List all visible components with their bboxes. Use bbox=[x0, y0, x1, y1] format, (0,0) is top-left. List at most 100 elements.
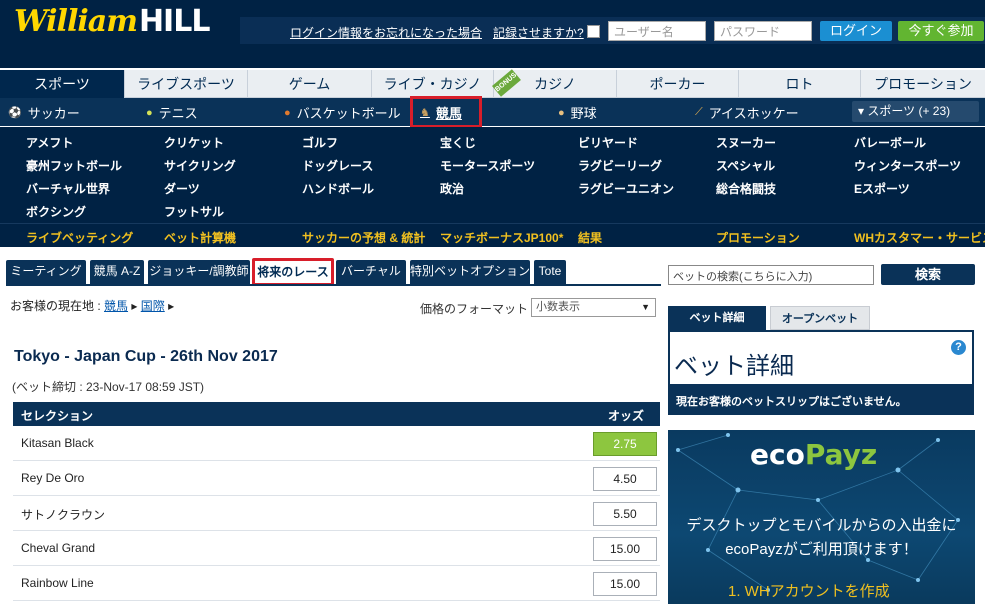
password-input[interactable]: パスワード bbox=[714, 21, 812, 41]
odds-button[interactable]: 5.50 bbox=[593, 502, 657, 526]
sport-tennis[interactable]: ● テニス bbox=[146, 103, 198, 122]
quick-link[interactable]: WHカスタマー・サービス bbox=[854, 229, 985, 246]
tab-racing-a-z[interactable]: 競馬 A-Z bbox=[90, 260, 144, 284]
price-format-label: 価格のフォーマット : bbox=[420, 302, 535, 316]
runner-name: Cheval Grand bbox=[21, 541, 96, 555]
quick-link[interactable]: マッチボーナスJP100* bbox=[440, 229, 563, 246]
tab-poker[interactable]: ポーカー bbox=[617, 70, 739, 98]
sub-sport-link[interactable]: フットサル bbox=[164, 203, 224, 220]
tab-meetings[interactable]: ミーティング bbox=[6, 260, 86, 284]
odds-button[interactable]: 2.75 bbox=[593, 432, 657, 456]
join-now-button[interactable]: 今すぐ参加 bbox=[898, 21, 984, 41]
breadcrumb-horse-racing[interactable]: 競馬 bbox=[104, 299, 128, 313]
sub-sport-link[interactable]: ハンドボール bbox=[302, 180, 374, 197]
more-sports-dropdown[interactable]: ▾ スポーツ (+ 23) bbox=[852, 101, 979, 122]
sub-sport-link[interactable]: バーチャル世界 bbox=[26, 180, 110, 197]
ecopayz-logo: ecoPayz bbox=[750, 438, 877, 471]
sub-sport-link[interactable]: スペシャル bbox=[716, 157, 775, 174]
tab-live-sports[interactable]: ライブスポーツ bbox=[125, 70, 248, 98]
ad-text-line1: デスクトップとモバイルからの入出金に bbox=[686, 517, 957, 534]
tab-games[interactable]: ゲーム bbox=[248, 70, 372, 98]
tab-special-bets[interactable]: 特別ベットオプション bbox=[410, 260, 530, 284]
table-row: Rainbow Line 15.00 bbox=[13, 566, 660, 601]
odds-button[interactable]: 4.50 bbox=[593, 467, 657, 491]
william-hill-logo[interactable]: William HILL bbox=[14, 4, 210, 48]
sub-sport-link[interactable]: ラグビーリーグ bbox=[578, 157, 662, 174]
sub-sports-grid: アメフト クリケット ゴルフ 宝くじ ビリヤード スヌーカー バレーボール 豪州… bbox=[0, 127, 985, 223]
tab-jockey-trainer[interactable]: ジョッキー/調教師 bbox=[148, 260, 250, 284]
sub-sport-link[interactable]: ビリヤード bbox=[578, 134, 638, 151]
odds-button[interactable]: 15.00 bbox=[593, 572, 657, 596]
chevron-right-icon: ▸ bbox=[168, 299, 175, 313]
sub-sport-link[interactable]: バレーボール bbox=[854, 134, 926, 151]
sport-soccer[interactable]: ⚽ サッカー bbox=[8, 103, 80, 122]
tab-open-bets[interactable]: オープンベット bbox=[770, 306, 870, 330]
betslip-heading: ベット詳細 bbox=[674, 353, 794, 380]
sub-sport-link[interactable]: Eスポーツ bbox=[854, 180, 910, 197]
ad-step-text: 1. WHアカウントを作成 bbox=[728, 583, 890, 600]
sub-sport-link[interactable]: 政治 bbox=[440, 180, 464, 197]
sub-sport-link[interactable]: ラグビーユニオン bbox=[578, 180, 674, 197]
price-format-select[interactable]: 小数表示 ▼ bbox=[531, 298, 656, 317]
sub-sport-link[interactable]: ゴルフ bbox=[302, 134, 338, 151]
tab-promotions[interactable]: プロモーション bbox=[861, 70, 985, 98]
bet-close-time: (ベット締切 : 23-Nov-17 08:59 JST) bbox=[12, 380, 205, 394]
sub-sport-link[interactable]: ウィンタースポーツ bbox=[854, 157, 961, 174]
sport-label: テニス bbox=[158, 106, 198, 121]
runner-name: サトノクラウン bbox=[21, 508, 106, 522]
odds-table: セレクション オッズ Kitasan Black 2.75 Rey De Oro… bbox=[13, 402, 660, 601]
search-button[interactable]: 検索 bbox=[881, 264, 975, 285]
hockey-stick-icon: ⟋ bbox=[695, 106, 703, 118]
username-input[interactable]: ユーザー名 bbox=[608, 21, 706, 41]
quick-links-bar: ライブベッティング ベット計算機 サッカーの予想 & 統計 マッチボーナスJP1… bbox=[0, 223, 985, 247]
quick-link[interactable]: プロモーション bbox=[716, 229, 800, 246]
bet-search-input[interactable]: ベットの検索(こちらに入力) bbox=[668, 265, 874, 285]
breadcrumb-international[interactable]: 国際 bbox=[141, 299, 165, 313]
price-format-value: 小数表示 bbox=[536, 301, 580, 313]
forgot-login-link[interactable]: ログイン情報をお忘れになった場合 bbox=[290, 24, 482, 41]
sport-label: 野球 bbox=[570, 106, 597, 121]
sport-baseball[interactable]: ● 野球 bbox=[558, 103, 597, 122]
tab-lotto[interactable]: ロト bbox=[739, 70, 861, 98]
odds-table-header: セレクション オッズ bbox=[13, 402, 660, 426]
sub-sport-link[interactable]: 総合格闘技 bbox=[716, 180, 776, 197]
sport-basketball[interactable]: ● バスケットボール bbox=[284, 103, 401, 122]
sub-sport-link[interactable]: ドッグレース bbox=[302, 157, 373, 174]
remember-me-label[interactable]: 記録させますか? bbox=[493, 24, 584, 41]
odds-button[interactable]: 15.00 bbox=[593, 537, 657, 561]
runner-name: Rainbow Line bbox=[21, 576, 94, 590]
sport-label: サッカー bbox=[27, 106, 80, 121]
tab-live-casino[interactable]: ライブ・カジノ bbox=[372, 70, 494, 98]
sport-ice-hockey[interactable]: ⟋ アイスホッケー bbox=[695, 103, 799, 122]
login-button[interactable]: ログイン bbox=[820, 21, 892, 41]
sub-sport-link[interactable]: モータースポーツ bbox=[440, 157, 535, 174]
sub-sport-link[interactable]: ダーツ bbox=[164, 180, 200, 197]
logo-part-payz: Payz bbox=[804, 438, 878, 471]
help-icon[interactable]: ? bbox=[951, 340, 966, 355]
tab-virtual[interactable]: バーチャル bbox=[336, 260, 406, 284]
betslip-tabs: ベット詳細 オープンベット bbox=[668, 306, 974, 330]
tab-future-races[interactable]: 将来のレース bbox=[252, 258, 334, 286]
race-title: Tokyo - Japan Cup - 26th Nov 2017 bbox=[14, 348, 278, 365]
tab-bet-details[interactable]: ベット詳細 bbox=[668, 306, 766, 330]
sub-sport-link[interactable]: サイクリング bbox=[164, 157, 236, 174]
tabs-underline bbox=[6, 284, 661, 286]
quick-link[interactable]: ライブベッティング bbox=[26, 229, 133, 246]
table-row: Kitasan Black 2.75 bbox=[13, 426, 660, 461]
tab-tote[interactable]: Tote bbox=[534, 260, 566, 284]
basketball-icon: ● bbox=[284, 106, 291, 119]
remember-me-checkbox[interactable] bbox=[587, 25, 600, 38]
quick-link[interactable]: ベット計算機 bbox=[164, 229, 236, 246]
logo-script: William bbox=[14, 4, 138, 39]
sub-sport-link[interactable]: クリケット bbox=[164, 134, 224, 151]
sub-sport-link[interactable]: 豪州フットボール bbox=[26, 157, 122, 174]
sub-sport-link[interactable]: スヌーカー bbox=[716, 134, 776, 151]
sub-sport-link[interactable]: アメフト bbox=[26, 134, 73, 151]
tab-sports[interactable]: スポーツ bbox=[0, 70, 125, 98]
sub-sport-link[interactable]: 宝くじ bbox=[440, 134, 476, 151]
sub-sport-link[interactable]: ボクシング bbox=[26, 203, 86, 220]
dropdown-arrow-icon: ▼ bbox=[641, 302, 650, 312]
quick-link[interactable]: 結果 bbox=[578, 229, 602, 246]
quick-link[interactable]: サッカーの予想 & 統計 bbox=[302, 229, 425, 246]
ecopayz-banner[interactable]: ecoPayz デスクトップとモバイルからの入出金に ecoPayzがご利用頂け… bbox=[668, 430, 975, 604]
